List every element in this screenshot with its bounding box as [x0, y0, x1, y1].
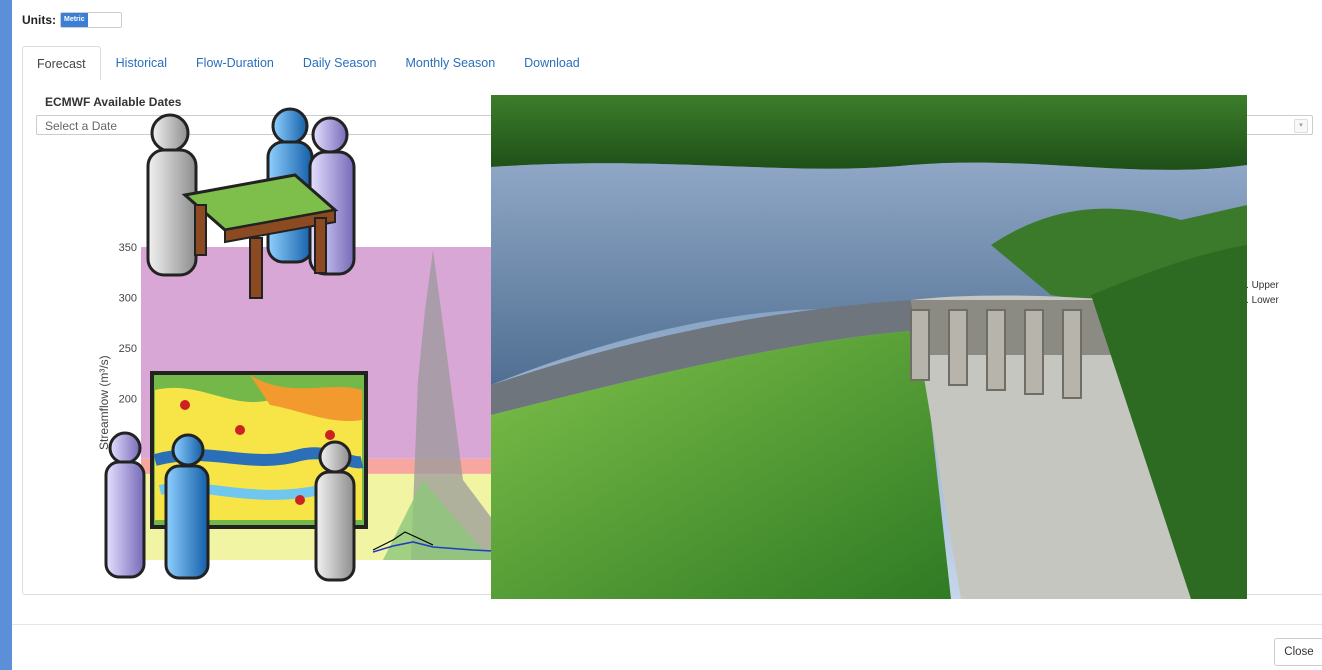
y-tick-label: 350: [119, 242, 137, 254]
units-label: Units:: [22, 13, 56, 27]
footer-divider: [12, 624, 1322, 625]
chevron-down-icon[interactable]: ▾: [1294, 119, 1308, 133]
tab-daily-season[interactable]: Daily Season: [289, 46, 391, 80]
units-toggle[interactable]: Metric: [60, 12, 122, 28]
map-planning-clipart: [104, 371, 368, 582]
team-meeting-clipart: [146, 107, 356, 299]
dam-photo: [491, 95, 1247, 599]
tab-forecast[interactable]: Forecast: [22, 46, 101, 82]
tab-download[interactable]: Download: [510, 46, 594, 80]
chart-legend: . Upper . Lower: [1246, 278, 1279, 308]
y-tick-label: 250: [119, 343, 137, 355]
tab-flow-duration[interactable]: Flow-Duration: [182, 46, 288, 80]
legend-item-lower: . Lower: [1246, 295, 1279, 306]
tab-historical[interactable]: Historical: [102, 46, 181, 80]
close-button[interactable]: Close: [1274, 638, 1322, 666]
units-control: Units: Metric: [22, 12, 122, 28]
tab-monthly-season[interactable]: Monthly Season: [392, 46, 510, 80]
units-toggle-value[interactable]: Metric: [61, 13, 88, 27]
date-select-placeholder: Select a Date: [45, 119, 118, 133]
tab-bar: Forecast Historical Flow-Duration Daily …: [22, 46, 1322, 82]
units-toggle-off[interactable]: [87, 13, 121, 27]
y-tick-label: 300: [119, 292, 137, 304]
legend-item-upper: . Upper: [1246, 280, 1279, 291]
